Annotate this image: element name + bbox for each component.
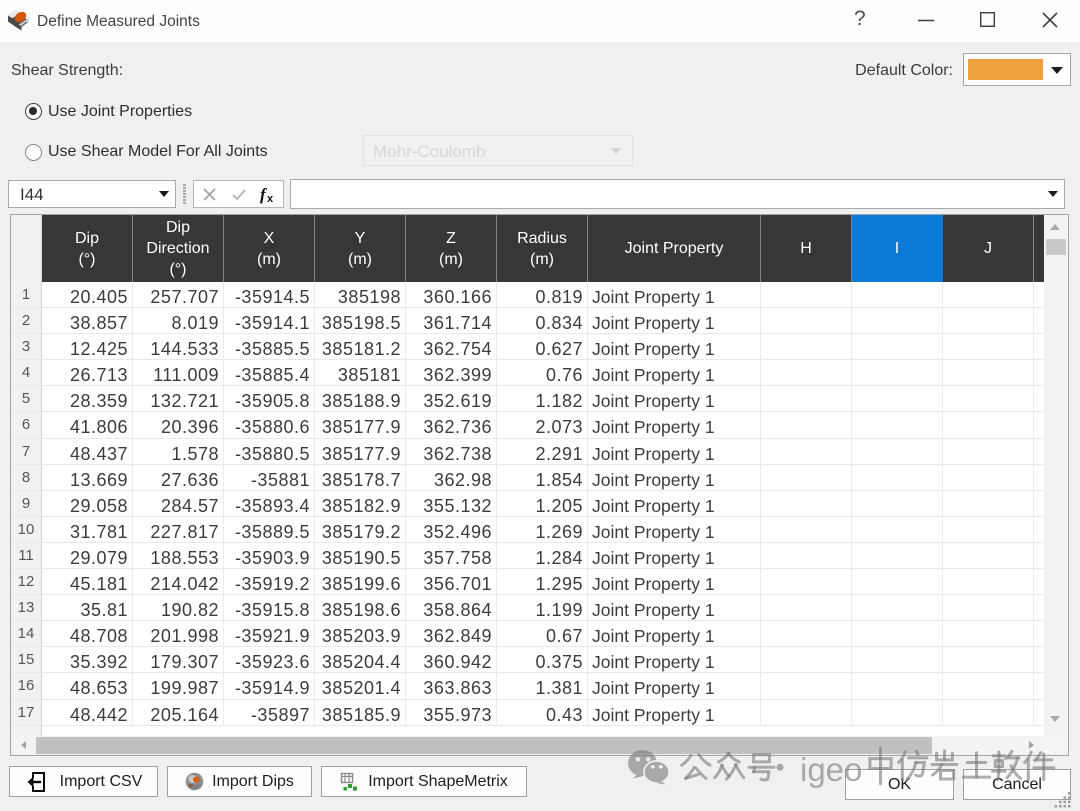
- svg-text:igeo: igeo: [800, 751, 862, 788]
